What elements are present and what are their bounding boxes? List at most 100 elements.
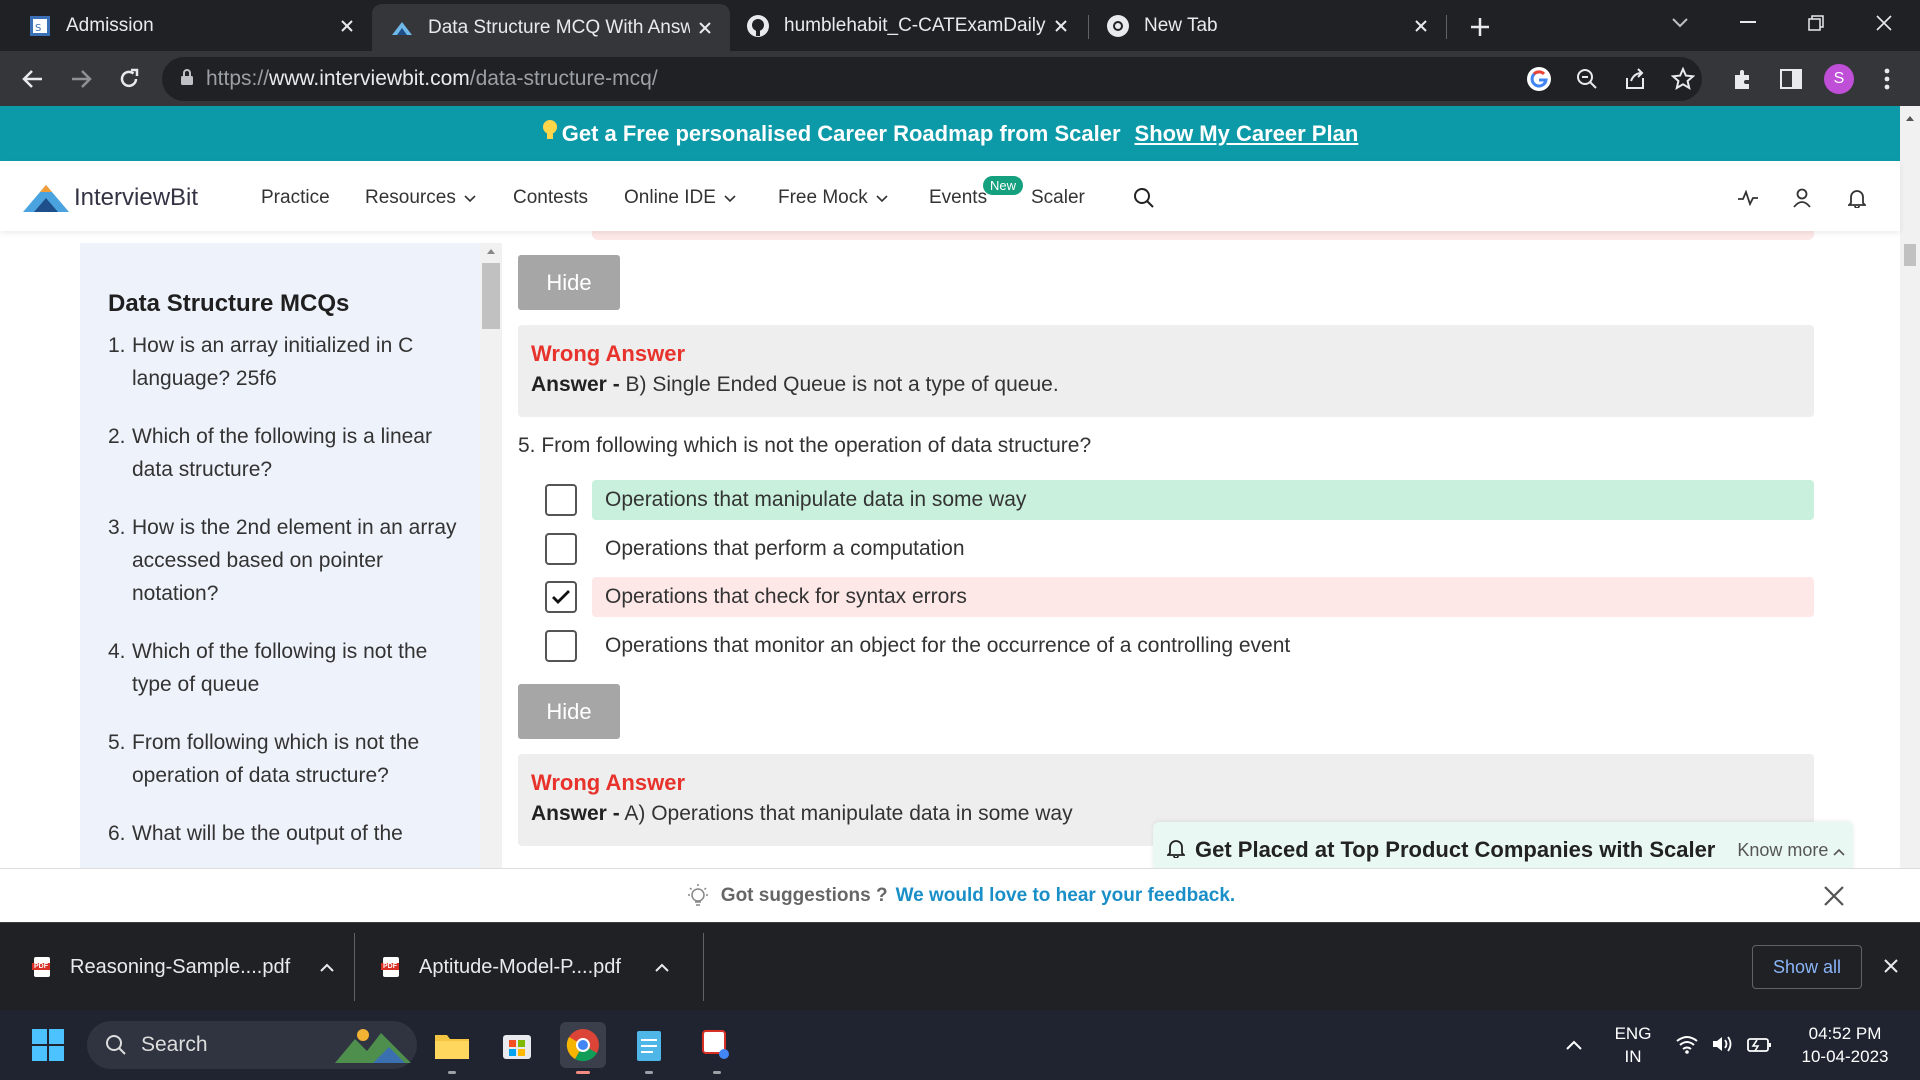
zoom-icon[interactable] — [1567, 59, 1607, 99]
new-tab-plus-icon[interactable] — [1450, 4, 1510, 49]
back-arrow-icon[interactable] — [13, 59, 53, 99]
restore-icon[interactable] — [1786, 0, 1846, 45]
clock[interactable]: 04:52 PM 10-04-2023 — [1790, 1022, 1900, 1068]
wifi-icon[interactable] — [1675, 1034, 1699, 1054]
show-all-button[interactable]: Show all — [1752, 945, 1862, 989]
forward-arrow-icon[interactable] — [61, 59, 101, 99]
windows-start-icon[interactable] — [25, 1022, 71, 1068]
kebab-menu-icon[interactable] — [1867, 59, 1907, 99]
nav-practice[interactable]: Practice — [261, 187, 330, 209]
nav-resources[interactable]: Resources — [365, 187, 476, 209]
close-icon[interactable] — [1883, 958, 1899, 974]
hide-answer-button[interactable]: Hide — [518, 684, 620, 739]
answer-label: Answer - — [531, 802, 620, 825]
option-row[interactable]: Operations that check for syntax errors — [545, 577, 1815, 617]
tab-github[interactable]: humblehabit_C-CATExamDailyPractice — [730, 0, 1086, 51]
option-text[interactable]: Operations that check for syntax errors — [592, 577, 1814, 617]
close-icon[interactable] — [1818, 880, 1850, 912]
language-indicator[interactable]: ENG IN — [1608, 1022, 1658, 1068]
close-icon[interactable] — [1406, 11, 1436, 41]
profile-avatar[interactable]: S — [1819, 59, 1859, 99]
reload-icon[interactable] — [109, 59, 149, 99]
nav-events[interactable]: Events — [929, 187, 987, 209]
toc-text: Which of the following is not the type o… — [132, 640, 428, 696]
language-code: ENG — [1614, 1024, 1652, 1043]
interviewbit-favicon — [390, 16, 414, 40]
download-item[interactable]: Reasoning-Sample....pdf — [32, 923, 334, 1011]
chrome-taskbar-icon[interactable] — [560, 1022, 606, 1074]
toc-item[interactable]: 2. Which of the following is a linear dat… — [108, 420, 458, 486]
feedback-bar: Got suggestions ? We would love to hear y… — [0, 868, 1920, 922]
page-scrollbar-thumb[interactable] — [1904, 244, 1916, 266]
toc-item[interactable]: 1. How is an array initialized in C langu… — [108, 329, 458, 395]
tab-data-structure-mcq[interactable]: Data Structure MCQ With Answers — [372, 4, 730, 51]
option-text[interactable]: Operations that monitor an object for th… — [592, 626, 1814, 666]
notification-bell-icon[interactable] — [1842, 183, 1872, 213]
download-item[interactable]: Aptitude-Model-P....pdf — [381, 923, 669, 1011]
toc-item[interactable]: 5. From following which is not the operat… — [108, 726, 458, 792]
download-shelf: Reasoning-Sample....pdf Aptitude-Model-P… — [0, 922, 1920, 1010]
chevron-up-icon[interactable] — [320, 963, 334, 972]
scroll-up-arrow-icon[interactable] — [1905, 114, 1915, 122]
page-scrollbar[interactable] — [1900, 106, 1920, 922]
nav-label: Contests — [513, 187, 588, 208]
nav-scaler[interactable]: Scaler — [1031, 187, 1085, 209]
tab-search-chevron-icon[interactable] — [1650, 0, 1710, 45]
side-panel-icon[interactable] — [1771, 59, 1811, 99]
hide-answer-button[interactable]: Hide — [518, 255, 620, 310]
notepad-icon[interactable] — [626, 1022, 672, 1074]
sidebar-scrollbar-thumb[interactable] — [482, 263, 500, 329]
feedback-link[interactable]: We would love to hear your feedback. — [896, 885, 1236, 906]
know-more-link[interactable]: Know more — [1737, 840, 1846, 861]
speaker-icon[interactable] — [1711, 1034, 1735, 1054]
activity-pulse-icon[interactable] — [1733, 183, 1763, 213]
chevron-up-icon[interactable] — [655, 963, 669, 972]
google-icon[interactable] — [1519, 59, 1559, 99]
option-checkbox[interactable] — [545, 484, 577, 516]
user-icon[interactable] — [1787, 183, 1817, 213]
option-row[interactable]: Operations that manipulate data in some … — [545, 480, 1815, 520]
show-career-plan-link[interactable]: Show My Career Plan — [1135, 121, 1359, 147]
option-checkbox[interactable] — [545, 630, 577, 662]
window-close-icon[interactable] — [1854, 0, 1914, 45]
scroll-up-arrow-icon[interactable] — [486, 247, 496, 255]
nav-free-mock[interactable]: Free Mock — [778, 187, 888, 209]
minimize-icon[interactable] — [1718, 0, 1778, 45]
close-icon[interactable] — [690, 13, 720, 43]
lock-icon[interactable] — [180, 68, 194, 91]
option-row[interactable]: Operations that perform a computation — [545, 529, 1815, 569]
option-text[interactable]: Operations that manipulate data in some … — [592, 480, 1814, 520]
sidebar-scrollbar[interactable] — [480, 243, 502, 922]
option-checkbox[interactable] — [545, 533, 577, 565]
share-icon[interactable] — [1615, 59, 1655, 99]
microsoft-store-icon[interactable] — [494, 1022, 540, 1068]
snipping-tool-icon[interactable] — [694, 1022, 740, 1074]
nav-online-ide[interactable]: Online IDE — [624, 187, 736, 209]
url-domain: www.interviewbit.com — [269, 67, 470, 90]
toc-item[interactable]: 3. How is the 2nd element in an array acc… — [108, 511, 458, 610]
address-bar[interactable]: https://www.interviewbit.com/data-struct… — [162, 57, 1702, 101]
toc-item[interactable]: 4. Which of the following is not the type… — [108, 635, 458, 701]
battery-icon[interactable] — [1747, 1034, 1773, 1054]
chevron-up-icon[interactable] — [1566, 1040, 1582, 1050]
file-explorer-icon[interactable] — [429, 1022, 475, 1074]
browser-tab-strip: S Admission Data Structure MCQ With Answ… — [0, 0, 1920, 51]
option-text[interactable]: Operations that perform a computation — [592, 529, 1814, 569]
option-row[interactable]: Operations that monitor an object for th… — [545, 626, 1815, 666]
toc-item[interactable]: 6. What will be the output of the — [108, 817, 458, 850]
admission-favicon: S — [28, 14, 52, 38]
bookmark-star-icon[interactable] — [1663, 59, 1703, 99]
nav-contests[interactable]: Contests — [513, 187, 588, 209]
extensions-puzzle-icon[interactable] — [1723, 59, 1763, 99]
url-text[interactable]: https://www.interviewbit.com/data-struct… — [206, 67, 658, 91]
taskbar-search[interactable]: Search — [87, 1021, 417, 1069]
option-checkbox[interactable] — [545, 581, 577, 613]
table-of-contents: 1. How is an array initialized in C langu… — [108, 329, 458, 875]
tab-new-tab[interactable]: New Tab — [1090, 0, 1446, 51]
tab-admission[interactable]: S Admission — [0, 0, 372, 51]
bell-icon — [1165, 838, 1187, 863]
search-icon[interactable] — [1129, 183, 1159, 213]
interviewbit-logo[interactable]: InterviewBit — [22, 183, 198, 213]
close-icon[interactable] — [1046, 11, 1076, 41]
close-icon[interactable] — [332, 11, 362, 41]
